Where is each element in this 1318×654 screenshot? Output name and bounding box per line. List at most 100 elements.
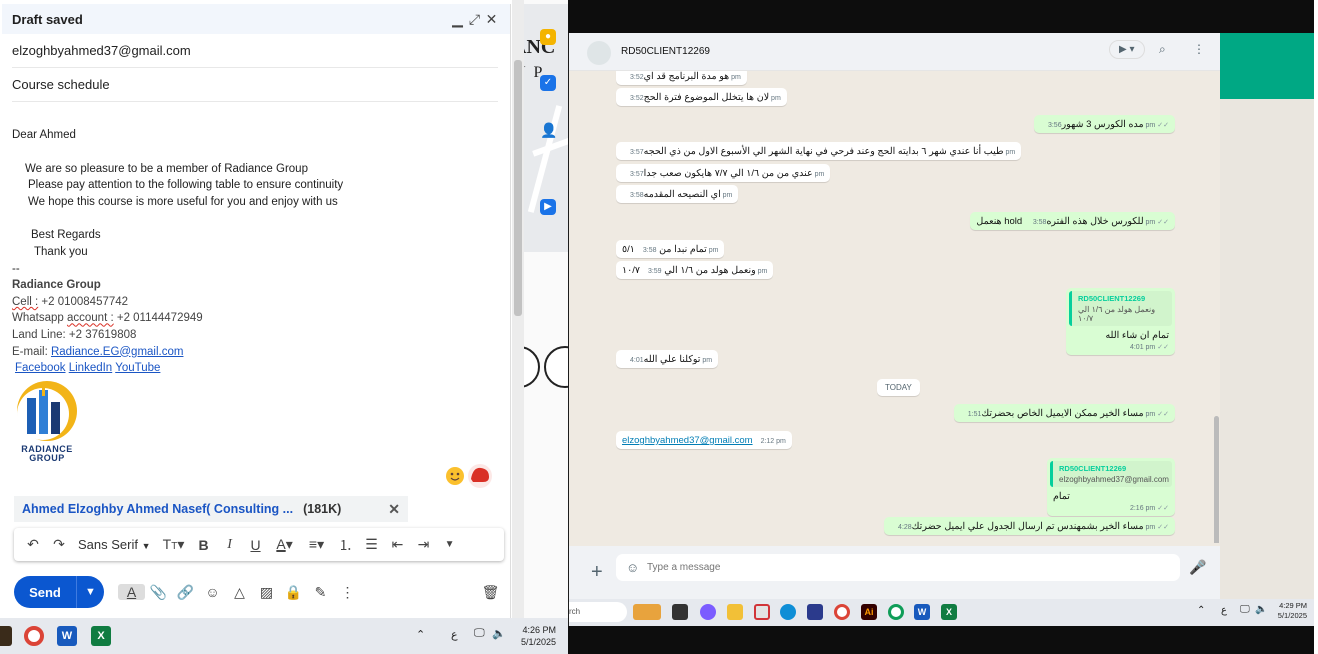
contact-name[interactable]: RD50CLIENT12269	[621, 46, 710, 57]
message-bubble[interactable]: مساء الخير بشمهندس تم ارسال الجدول علي ا…	[884, 517, 1175, 535]
underline-icon[interactable]: U	[243, 537, 269, 553]
bold-icon[interactable]: B	[191, 537, 217, 553]
contacts-icon[interactable]: 👤	[540, 122, 557, 138]
network-icon[interactable]: 🖵	[1240, 604, 1250, 615]
text-size-icon[interactable]: TT▾	[157, 536, 191, 553]
message-bubble[interactable]: مده الكورس 3 شهور3:56 pm ✓✓	[1033, 115, 1175, 133]
formatting-options-icon[interactable]: A	[118, 584, 145, 600]
facebook-link[interactable]: Facebook	[15, 362, 66, 374]
emoji-icon[interactable]: ☺	[626, 560, 639, 575]
font-family-select[interactable]: Sans Serif ▼	[72, 537, 157, 552]
tasks-icon[interactable]: ✓	[540, 75, 556, 91]
to-field[interactable]: elzoghbyahmed37@gmail.com	[12, 34, 498, 68]
show-hidden-icons[interactable]: ⌃	[1197, 605, 1205, 616]
right-clock[interactable]: 4:29 PM 5/1/2025	[1269, 601, 1307, 621]
excel-icon[interactable]: X	[91, 626, 111, 646]
chrome-icon[interactable]	[834, 604, 850, 620]
message-bubble[interactable]: تمام نبدا من ٥/١3:58 pm	[616, 240, 725, 258]
bulleted-list-icon[interactable]: ☰	[359, 536, 385, 553]
message-bubble[interactable]: لان ها يتخلل الموضوع فترة الحج3:52 pm	[616, 88, 787, 106]
taskbar-search[interactable]: rch	[569, 602, 627, 622]
meet-icon[interactable]: ▶	[540, 199, 556, 215]
bg-scrollbar[interactable]	[512, 0, 524, 618]
reply-bubble[interactable]: RD50CLIENT12269 ونعمل هولد من ١/٦ الي ١٠…	[1066, 288, 1175, 355]
copilot-icon[interactable]	[700, 604, 716, 620]
subject-field[interactable]: Course schedule	[12, 68, 498, 102]
language-indicator[interactable]: ع	[451, 628, 458, 641]
drive-icon[interactable]: △	[226, 584, 253, 601]
attachment-name[interactable]: Ahmed Elzoghby Ahmed Nasef( Consulting .…	[22, 502, 293, 516]
message-bubble[interactable]: هنعمل hold للكورس خلال هذه الفتره3:58 pm…	[970, 212, 1175, 230]
align-icon[interactable]: ≡▾	[301, 536, 333, 553]
message-bubble[interactable]: elzoghbyahmed37@gmail.com 2:12 pm	[616, 431, 792, 449]
chrome-icon[interactable]	[24, 626, 44, 646]
redo-icon[interactable]: ↷	[46, 536, 72, 553]
indent-more-icon[interactable]: ⇥	[411, 536, 437, 553]
send-button[interactable]: Send	[14, 576, 76, 608]
message-input[interactable]	[616, 554, 1180, 581]
snipping-tool-icon[interactable]	[754, 604, 770, 620]
schedule-send-button[interactable]: ▼	[76, 576, 104, 608]
emoji-suggestion-icons[interactable]	[445, 462, 495, 490]
confidential-mode-icon[interactable]: 🔒	[280, 584, 307, 601]
insert-link-icon[interactable]: 🔗	[172, 584, 199, 601]
excel-icon[interactable]: X	[941, 604, 957, 620]
menu-icon[interactable]: ⋮	[1193, 42, 1205, 56]
message-bubble[interactable]: طيب أنا عندي شهر ٦ بدايته الحج وعند فرحي…	[616, 142, 1022, 160]
insert-photo-icon[interactable]: ▨	[253, 584, 280, 601]
italic-icon[interactable]: I	[217, 537, 243, 553]
message-bubble[interactable]: عندي من من ١/٦ الي ٧/٧ هايكون صعب جدا3:5…	[616, 164, 831, 182]
linkedin-link[interactable]: LinkedIn	[69, 362, 112, 374]
undo-icon[interactable]: ↶	[20, 536, 46, 553]
reply-bubble[interactable]: RD50CLIENT12269 elzoghbyahmed37@gmail.co…	[1047, 458, 1175, 516]
notepad-icon[interactable]	[807, 604, 823, 620]
word-icon[interactable]: W	[914, 604, 930, 620]
search-highlight-icon[interactable]	[633, 604, 661, 620]
close-icon[interactable]: ✕	[483, 11, 500, 28]
email-link[interactable]: Radiance.EG@gmail.com	[51, 346, 183, 358]
attach-file-icon[interactable]: 📎	[145, 584, 172, 601]
task-view-icon[interactable]	[672, 604, 688, 620]
quoted-message[interactable]: RD50CLIENT12269 elzoghbyahmed37@gmail.co…	[1050, 461, 1172, 487]
signature-icon[interactable]: ✎	[307, 584, 334, 601]
numbered-list-icon[interactable]: ⒈	[333, 535, 359, 555]
word-icon[interactable]: W	[57, 626, 77, 646]
video-call-icon[interactable]: ▶ ▾	[1109, 40, 1145, 59]
search-icon[interactable]: ⌕	[1159, 42, 1166, 57]
indent-less-icon[interactable]: ⇤	[385, 536, 411, 553]
message-body[interactable]: Dear Ahmed We are so pleasure to be a me…	[2, 102, 510, 377]
youtube-link[interactable]: YouTube	[115, 362, 160, 374]
message-bubble[interactable]: توكلنا علي الله4:01 pm	[616, 350, 719, 368]
discard-draft-icon[interactable]: 🗑	[477, 584, 504, 601]
volume-icon[interactable]: 🔈	[1255, 604, 1267, 615]
quoted-message[interactable]: RD50CLIENT12269 ونعمل هولد من ١/٦ الي ١٠…	[1069, 291, 1172, 326]
more-formatting-icon[interactable]: ▼	[437, 539, 463, 550]
email-link[interactable]: elzoghbyahmed37@gmail.com	[622, 435, 753, 446]
left-clock[interactable]: 4:26 PM 5/1/2025	[510, 624, 556, 648]
message-bubble[interactable]: ونعمل هولد من ١/٦ الي ١٠/٧3:59 pm	[616, 261, 774, 279]
chrome-profile-icon[interactable]	[888, 604, 904, 620]
message-bubble[interactable]: مساء الخير ممكن الايميل الخاص بحضرتك1:51…	[953, 404, 1175, 422]
language-indicator[interactable]: ع	[1221, 605, 1227, 616]
file-explorer-icon[interactable]	[727, 604, 743, 620]
attach-plus-icon[interactable]: +	[591, 562, 603, 582]
illustrator-icon[interactable]: Ai	[861, 604, 877, 620]
more-options-icon[interactable]: ⋮	[334, 584, 361, 601]
network-icon[interactable]: 🖵	[474, 627, 485, 640]
message-bubble[interactable]: هو مدة البرنامج قد اي3:52 pm	[616, 71, 747, 85]
edge-icon[interactable]	[780, 604, 796, 620]
minimize-icon[interactable]: ▁	[449, 11, 466, 28]
text-color-icon[interactable]: A▾	[269, 536, 301, 553]
volume-icon[interactable]: 🔈	[492, 627, 506, 640]
expand-icon[interactable]: ⤢	[466, 11, 483, 28]
microphone-icon[interactable]: 🎤	[1189, 559, 1206, 576]
show-hidden-icons[interactable]: ⌃	[416, 628, 425, 641]
app-icon-partial[interactable]	[0, 626, 12, 646]
attachment-chip[interactable]: Ahmed Elzoghby Ahmed Nasef( Consulting .…	[14, 496, 408, 522]
contact-avatar[interactable]	[587, 41, 611, 65]
chat-scrollbar[interactable]	[1214, 416, 1219, 543]
map-pin-icon[interactable]: ●	[540, 29, 556, 45]
remove-attachment-icon[interactable]: ✕	[388, 501, 400, 518]
message-bubble[interactable]: اي النصيحه المقدمه3:58 pm	[616, 185, 739, 203]
insert-emoji-icon[interactable]: ☺	[199, 584, 226, 600]
